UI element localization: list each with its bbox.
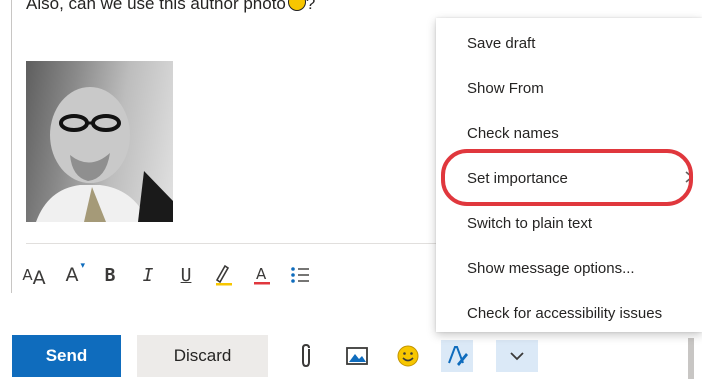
highlight-icon[interactable] [210, 261, 238, 289]
svg-text:A: A [256, 265, 267, 283]
author-photo[interactable] [26, 61, 173, 222]
insert-picture-icon[interactable] [341, 340, 373, 372]
menu-item-label: Show From [467, 79, 544, 97]
menu-item-label: Save draft [467, 34, 536, 52]
menu-item-set-importance[interactable]: Set importance [436, 158, 702, 198]
compose-actions-bar: Send Discard [0, 332, 702, 379]
more-options-menu: Save draft Show From Check names Set imp… [436, 18, 702, 332]
formatting-icon[interactable] [441, 340, 473, 372]
menu-item-show-from[interactable]: Show From [436, 68, 702, 108]
font-size-icon[interactable]: AA [20, 261, 48, 289]
message-body-text[interactable]: Also, can we use this author photo? [26, 0, 315, 14]
attach-icon[interactable] [290, 340, 322, 372]
bold-icon[interactable]: B [96, 261, 124, 289]
discard-button[interactable]: Discard [137, 335, 268, 377]
scrollbar[interactable] [688, 338, 694, 379]
message-body-end: ? [305, 0, 316, 13]
grow-font-icon[interactable]: A ▾ [58, 261, 86, 289]
menu-item-label: Check for accessibility issues [467, 304, 663, 322]
menu-item-save-draft[interactable]: Save draft [436, 23, 702, 63]
formatting-toolbar: AA A ▾ B I U A [20, 258, 324, 292]
font-color-icon[interactable]: A [248, 261, 276, 289]
send-button[interactable]: Send [12, 335, 121, 377]
more-options-chevron-icon[interactable] [496, 340, 538, 372]
menu-item-label: Show message options... [467, 259, 635, 277]
menu-item-switch-to-plain-text[interactable]: Switch to plain text [436, 203, 702, 243]
menu-item-check-accessibility[interactable]: Check for accessibility issues [436, 293, 702, 333]
menu-item-label: Check names [467, 124, 559, 142]
menu-item-show-message-options[interactable]: Show message options... [436, 248, 702, 288]
bullets-icon[interactable] [286, 261, 314, 289]
emoji-icon-inline [287, 0, 306, 11]
message-body-line: Also, can we use this author photo [26, 0, 286, 13]
italic-icon[interactable]: I [134, 261, 162, 289]
menu-item-label: Set importance [467, 169, 568, 187]
emoji-icon[interactable] [392, 340, 424, 372]
menu-item-label: Switch to plain text [467, 214, 593, 232]
compose-left-border [11, 0, 12, 293]
author-photo-image [36, 87, 173, 222]
format-bar-divider [26, 243, 436, 244]
chevron-right-icon [684, 170, 694, 188]
menu-item-check-names[interactable]: Check names [436, 113, 702, 153]
underline-icon[interactable]: U [172, 261, 200, 289]
